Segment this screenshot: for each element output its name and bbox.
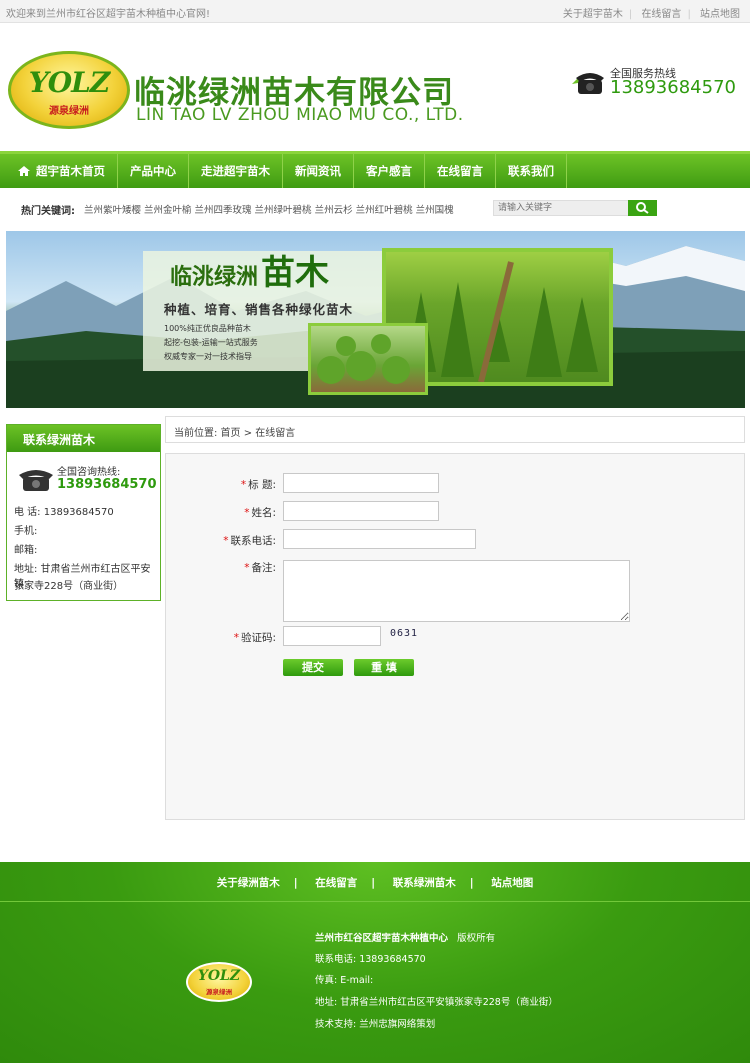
banner-bullet: 起挖-包装-运输一站式服务	[164, 338, 258, 347]
home-icon	[18, 166, 30, 176]
footer-link-about[interactable]: 关于绿洲苗木	[217, 877, 280, 889]
top-links: 关于超宇苗木 | 在线留言 | 站点地图	[562, 9, 740, 20]
banner-photo-shrubs	[308, 323, 428, 395]
remark-label: * 备注:	[244, 562, 276, 574]
top-link-message[interactable]: 在线留言	[641, 9, 681, 20]
welcome-text: 欢迎来到兰州市红谷区超宇苗木种植中心官网!	[6, 9, 211, 20]
search-input[interactable]	[493, 200, 629, 216]
top-link-sitemap[interactable]: 站点地图	[700, 9, 740, 20]
sidebar-mobile: 手机:	[14, 526, 38, 537]
footer-link-message[interactable]: 在线留言	[315, 877, 357, 889]
footer-company-name: 兰州市红谷区超宇苗木种植中心	[315, 933, 449, 944]
company-name-en: LIN TAO LV ZHOU MIAO MU CO., LTD.	[136, 105, 464, 125]
sidebar-phone: 电 话: 13893684570	[14, 507, 114, 518]
footer-company: 兰州市红谷区超宇苗木种植中心 版权所有	[315, 930, 495, 944]
phone-label: * 联系电话:	[223, 535, 276, 547]
keywords-label: 热门关键词:	[21, 206, 75, 217]
title-label: * 标 题:	[240, 479, 276, 491]
title-input[interactable]	[283, 473, 439, 493]
nav-item-about[interactable]: 走进超宇苗木	[189, 154, 283, 188]
sidebar-email: 邮箱:	[14, 545, 38, 556]
top-bar: 欢迎来到兰州市红谷区超宇苗木种植中心官网! 关于超宇苗木 | 在线留言 | 站点地图	[0, 0, 750, 23]
banner-title: 临洮绿洲	[170, 265, 259, 290]
top-link-about[interactable]: 关于超宇苗木	[563, 9, 623, 20]
keyword-bar: 热门关键词: 兰州紫叶矮樱 兰州金叶榆 兰州四季玫瑰 兰州绿叶碧桃 兰州云杉 兰…	[0, 188, 750, 228]
nav-item-home[interactable]: 超宇苗木首页	[6, 154, 118, 188]
nav-item-products[interactable]: 产品中心	[118, 154, 189, 188]
name-input[interactable]	[283, 501, 439, 521]
keywords-list[interactable]: 兰州紫叶矮樱 兰州金叶榆 兰州四季玫瑰 兰州绿叶碧桃 兰州云杉 兰州红叶碧桃 兰…	[84, 202, 454, 216]
captcha-input[interactable]	[283, 626, 381, 646]
search-icon	[636, 202, 649, 214]
footer-fax-email: 传真: E-mail:	[315, 975, 374, 986]
telephone-icon	[572, 73, 604, 94]
footer: 关于绿洲苗木 | 在线留言 | 联系绿洲苗木 | 站点地图 YOLZ 源泉绿洲 兰州市…	[0, 862, 750, 1063]
footer-nav: 关于绿洲苗木 | 在线留言 | 联系绿洲苗木 | 站点地图	[0, 862, 750, 902]
phone-input[interactable]	[283, 529, 476, 549]
breadcrumb: 当前位置: 首页 > 在线留言	[165, 416, 745, 443]
footer-phone: 联系电话: 13893684570	[315, 954, 426, 965]
message-form: * 标 题: * 姓名: * 联系电话: * 备注: * 验证码: 0631 提交 重 填	[165, 453, 745, 820]
footer-address: 地址: 甘肃省兰州市红古区平安镇张家寺228号（商业街）	[315, 997, 558, 1008]
sidebar-address-line2: 张家寺228号（商业街）	[14, 581, 124, 592]
telephone-icon	[19, 470, 53, 491]
hero-banner: 临洮绿洲 苗木 种植、培育、销售各种绿化苗木 100%纯正优良品种苗木 起挖-包…	[6, 231, 745, 408]
captcha-label: * 验证码:	[233, 632, 276, 644]
shrubs-illustration	[317, 334, 410, 384]
main-nav: 超宇苗木首页 产品中心 走进超宇苗木 新闻资讯 客户感言 在线留言 联系我们	[0, 151, 750, 188]
breadcrumb-text[interactable]: 当前位置: 首页 > 在线留言	[174, 424, 295, 439]
logo-text: YOLZ	[28, 66, 111, 99]
logo[interactable]: YOLZ 源泉绿洲	[8, 51, 130, 129]
hotline-number: 13893684570	[610, 77, 736, 98]
captcha-image[interactable]: 0631	[390, 628, 418, 639]
nav-item-message[interactable]: 在线留言	[425, 154, 496, 188]
search-box	[493, 200, 657, 216]
header-hotline: 全国服务热线 13893684570	[570, 63, 740, 103]
sidebar-title: 联系绿洲苗木	[7, 425, 160, 452]
nav-item-label: 超宇苗木首页	[36, 164, 105, 178]
contact-sidebar: 联系绿洲苗木 全国咨询热线: 13893684570 电 话: 13893684…	[6, 424, 161, 601]
sidebar-hotline-label: 全国咨询热线:	[57, 467, 121, 478]
footer-rights: 版权所有	[457, 933, 496, 944]
reset-button[interactable]: 重 填	[354, 659, 414, 676]
footer-link-sitemap[interactable]: 站点地图	[491, 877, 533, 889]
banner-subtitle: 种植、培育、销售各种绿化苗木	[164, 302, 354, 317]
footer-support: 技术支持: 兰州忠旗网络策划	[315, 1019, 436, 1030]
nav-item-testimonials[interactable]: 客户感言	[354, 154, 425, 188]
header: YOLZ 源泉绿洲 临洮绿洲苗木有限公司 LIN TAO LV ZHOU MIA…	[0, 23, 750, 151]
name-label: * 姓名:	[244, 507, 276, 519]
logo-subtext: 源泉绿洲	[49, 106, 89, 117]
sidebar-hotline-number: 13893684570	[57, 477, 157, 492]
footer-logo-text: YOLZ	[197, 968, 241, 984]
footer-logo-subtext: 源泉绿洲	[206, 988, 232, 996]
nav-item-news[interactable]: 新闻资讯	[283, 154, 354, 188]
footer-link-contact[interactable]: 联系绿洲苗木	[393, 877, 456, 889]
footer-logo: YOLZ 源泉绿洲	[186, 962, 252, 1002]
nav-item-contact[interactable]: 联系我们	[496, 154, 567, 188]
remark-textarea[interactable]	[283, 560, 630, 622]
submit-button[interactable]: 提交	[283, 659, 343, 676]
banner-title-big: 苗木	[261, 253, 329, 293]
banner-bullet: 100%纯正优良品种苗木	[164, 324, 251, 333]
search-button[interactable]	[628, 200, 657, 216]
banner-bullet: 权威专家一对一技术指导	[164, 352, 252, 361]
